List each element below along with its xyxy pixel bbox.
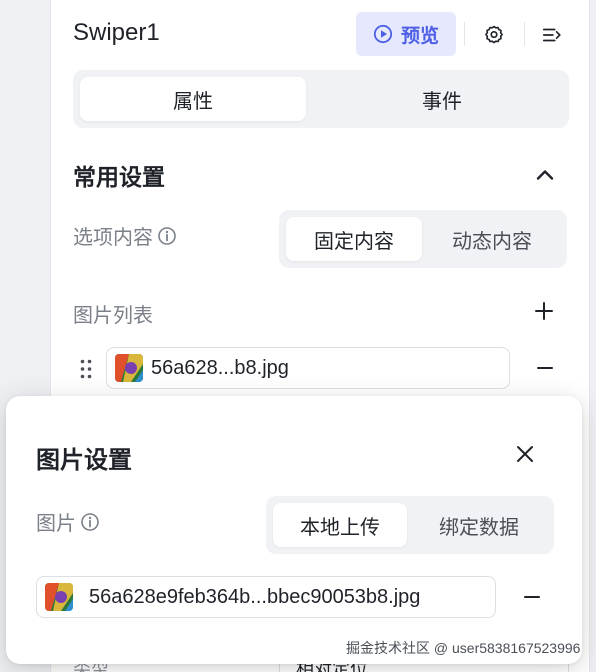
option-content-segmented: 固定内容 动态内容 — [279, 210, 567, 268]
image-file-field[interactable]: 56a628e9feb364b...bbec90053b8.jpg — [36, 576, 496, 618]
collapse-panel-icon[interactable] — [541, 24, 563, 46]
plus-icon[interactable] — [533, 300, 555, 322]
panel-tabs: 属性 事件 — [73, 70, 569, 128]
image-filename: 56a628...b8.jpg — [151, 356, 289, 379]
image-label-row: 图片 — [36, 507, 100, 536]
preview-button[interactable]: 预览 — [356, 12, 456, 56]
section-title[interactable]: 常用设置 — [73, 158, 165, 192]
drag-handle-icon[interactable] — [79, 358, 93, 380]
gear-icon[interactable] — [483, 24, 505, 46]
option-bind-data[interactable]: 绑定数据 — [412, 503, 546, 547]
component-title: Swiper1 — [73, 19, 160, 46]
image-list-label: 图片列表 — [73, 305, 153, 327]
play-circle-icon — [373, 24, 393, 44]
option-local-upload[interactable]: 本地上传 — [273, 503, 407, 547]
image-label: 图片 — [36, 513, 76, 535]
image-settings-dialog: 图片设置 图片 本地上传 绑定数据 56a628e9feb364b...bbec… — [6, 396, 582, 664]
option-fixed-content[interactable]: 固定内容 — [286, 217, 422, 261]
close-icon[interactable] — [514, 443, 536, 465]
image-list-item[interactable]: 56a628...b8.jpg — [106, 347, 510, 389]
option-content-label: 选项内容 — [73, 227, 153, 249]
watermark: 掘金技术社区 @ user5838167523996 — [346, 640, 581, 656]
image-thumbnail — [115, 354, 143, 382]
option-content-label-row: 选项内容 — [73, 221, 177, 250]
image-filename: 56a628e9feb364b...bbec90053b8.jpg — [89, 585, 421, 608]
image-thumbnail — [45, 583, 73, 611]
info-icon[interactable] — [80, 512, 100, 532]
minus-icon[interactable] — [535, 358, 555, 378]
tab-properties[interactable]: 属性 — [80, 77, 306, 121]
panel-header: Swiper1 预览 — [51, 0, 589, 68]
minus-icon[interactable] — [522, 587, 542, 607]
header-divider — [524, 22, 525, 46]
dialog-title: 图片设置 — [36, 447, 132, 474]
option-dynamic-content[interactable]: 动态内容 — [424, 217, 560, 261]
preview-label: 预览 — [400, 25, 439, 47]
image-source-segmented: 本地上传 绑定数据 — [266, 496, 554, 554]
tab-events[interactable]: 事件 — [329, 77, 555, 121]
header-divider — [464, 22, 465, 46]
chevron-up-icon[interactable] — [533, 163, 557, 187]
info-icon[interactable] — [157, 226, 177, 246]
